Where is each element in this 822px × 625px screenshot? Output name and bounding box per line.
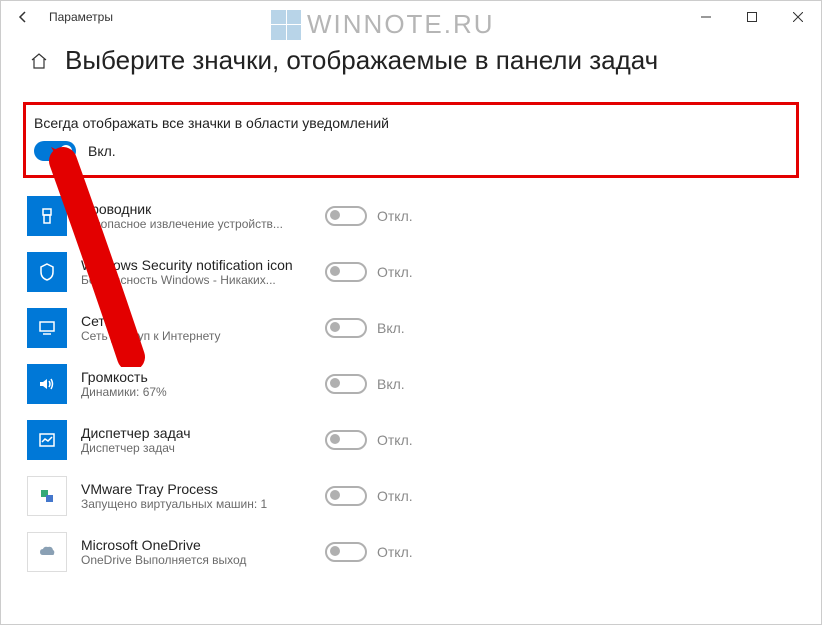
item-desc: OneDrive Выполняется выход: [81, 553, 311, 567]
window-controls: [683, 1, 821, 33]
item-desc: Сеть Доступ к Интернету: [81, 329, 311, 343]
list-item: Диспетчер задачДиспетчер задач Откл.: [23, 412, 799, 468]
item-desc: Безопасное извлечение устройств...: [81, 217, 311, 231]
item-name: Диспетчер задач: [81, 425, 311, 441]
item-info: ГромкостьДинамики: 67%: [81, 369, 311, 399]
item-toggle-col: Откл.: [325, 486, 413, 506]
item-info: СетьСеть Доступ к Интернету: [81, 313, 311, 343]
shield-icon: [27, 252, 67, 292]
taskmgr-icon: [27, 420, 67, 460]
highlight-box: Всегда отображать все значки в области у…: [23, 102, 799, 178]
item-desc: Запущено виртуальных машин: 1: [81, 497, 311, 511]
item-toggle-col: Откл.: [325, 430, 413, 450]
item-toggle[interactable]: [325, 206, 367, 226]
close-button[interactable]: [775, 1, 821, 33]
item-toggle-col: Откл.: [325, 206, 413, 226]
item-desc: Динамики: 67%: [81, 385, 311, 399]
list-item: Windows Security notification iconБезопа…: [23, 244, 799, 300]
item-toggle[interactable]: [325, 542, 367, 562]
item-toggle-state: Откл.: [377, 544, 413, 560]
usb-icon: [27, 196, 67, 236]
minimize-button[interactable]: [683, 1, 729, 33]
master-toggle-state: Вкл.: [88, 143, 116, 159]
item-info: Диспетчер задачДиспетчер задач: [81, 425, 311, 455]
onedrive-icon: [27, 532, 67, 572]
item-name: VMware Tray Process: [81, 481, 311, 497]
page-title: Выберите значки, отображаемые в панели з…: [65, 45, 658, 76]
item-toggle-col: Откл.: [325, 262, 413, 282]
list-item: ГромкостьДинамики: 67% Вкл.: [23, 356, 799, 412]
item-name: Проводник: [81, 201, 311, 217]
master-toggle-label: Всегда отображать все значки в области у…: [34, 115, 788, 131]
list-item: Microsoft OneDriveOneDrive Выполняется в…: [23, 524, 799, 580]
item-toggle-state: Вкл.: [377, 376, 405, 392]
item-info: Microsoft OneDriveOneDrive Выполняется в…: [81, 537, 311, 567]
item-toggle[interactable]: [325, 374, 367, 394]
item-name: Сеть: [81, 313, 311, 329]
window-title: Параметры: [49, 10, 113, 24]
maximize-button[interactable]: [729, 1, 775, 33]
master-toggle[interactable]: [34, 141, 76, 161]
list-item: VMware Tray ProcessЗапущено виртуальных …: [23, 468, 799, 524]
item-toggle-col: Вкл.: [325, 318, 405, 338]
list-item: СетьСеть Доступ к Интернету Вкл.: [23, 300, 799, 356]
item-name: Microsoft OneDrive: [81, 537, 311, 553]
list-item: ПроводникБезопасное извлечение устройств…: [23, 188, 799, 244]
item-name: Громкость: [81, 369, 311, 385]
vmware-icon: [27, 476, 67, 516]
item-toggle-state: Откл.: [377, 432, 413, 448]
item-toggle-state: Откл.: [377, 208, 413, 224]
titlebar: Параметры: [1, 1, 821, 33]
item-toggle[interactable]: [325, 486, 367, 506]
item-toggle-state: Вкл.: [377, 320, 405, 336]
item-name: Windows Security notification icon: [81, 257, 311, 273]
back-button[interactable]: [1, 1, 45, 33]
home-button[interactable]: [29, 51, 49, 71]
item-toggle[interactable]: [325, 318, 367, 338]
item-desc: Безопасность Windows - Никаких...: [81, 273, 311, 287]
item-toggle-state: Откл.: [377, 488, 413, 504]
item-info: VMware Tray ProcessЗапущено виртуальных …: [81, 481, 311, 511]
item-toggle-state: Откл.: [377, 264, 413, 280]
item-toggle-col: Откл.: [325, 542, 413, 562]
item-toggle[interactable]: [325, 430, 367, 450]
item-info: ПроводникБезопасное извлечение устройств…: [81, 201, 311, 231]
items-list: ПроводникБезопасное извлечение устройств…: [1, 182, 821, 586]
network-icon: [27, 308, 67, 348]
item-info: Windows Security notification iconБезопа…: [81, 257, 311, 287]
item-toggle[interactable]: [325, 262, 367, 282]
volume-icon: [27, 364, 67, 404]
item-toggle-col: Вкл.: [325, 374, 405, 394]
page-header: Выберите значки, отображаемые в панели з…: [1, 33, 821, 94]
item-desc: Диспетчер задач: [81, 441, 311, 455]
